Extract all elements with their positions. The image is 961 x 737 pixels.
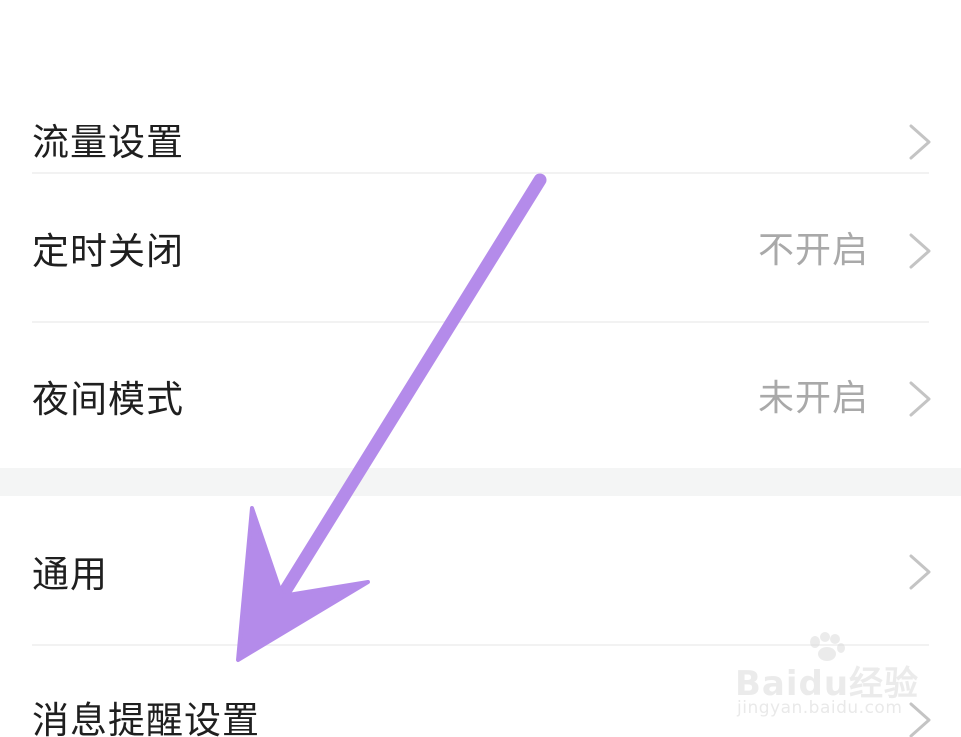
settings-row-label: 夜间模式: [32, 378, 184, 421]
settings-row-label: 消息提醒设置: [32, 699, 260, 737]
settings-row-label: 定时关闭: [32, 230, 184, 273]
settings-row-value: 不开启: [757, 230, 869, 271]
settings-row-traffic[interactable]: 流量设置: [0, 40, 961, 170]
settings-row-sleep-timer[interactable]: 定时关闭 不开启: [0, 172, 961, 320]
settings-row-general[interactable]: 通用: [0, 496, 961, 644]
chevron-right-icon: [909, 554, 931, 590]
settings-row-night-mode[interactable]: 夜间模式 未开启: [0, 322, 961, 468]
chevron-right-icon: [909, 124, 931, 160]
chevron-right-icon: [909, 233, 931, 269]
settings-row-label: 通用: [32, 553, 108, 596]
settings-row-label: 流量设置: [32, 121, 184, 164]
chevron-right-icon: [909, 381, 931, 417]
watermark-url: jingyan.baidu.com: [737, 698, 903, 718]
baidu-watermark: Baidu经验 jingyan.baidu.com: [735, 632, 925, 732]
settings-page: 流量设置 定时关闭 不开启 夜间模式 未开启 通用 消息提醒设置 Baidu经验…: [0, 0, 961, 737]
settings-row-value: 未开启: [757, 378, 869, 419]
section-separator: [0, 468, 961, 496]
